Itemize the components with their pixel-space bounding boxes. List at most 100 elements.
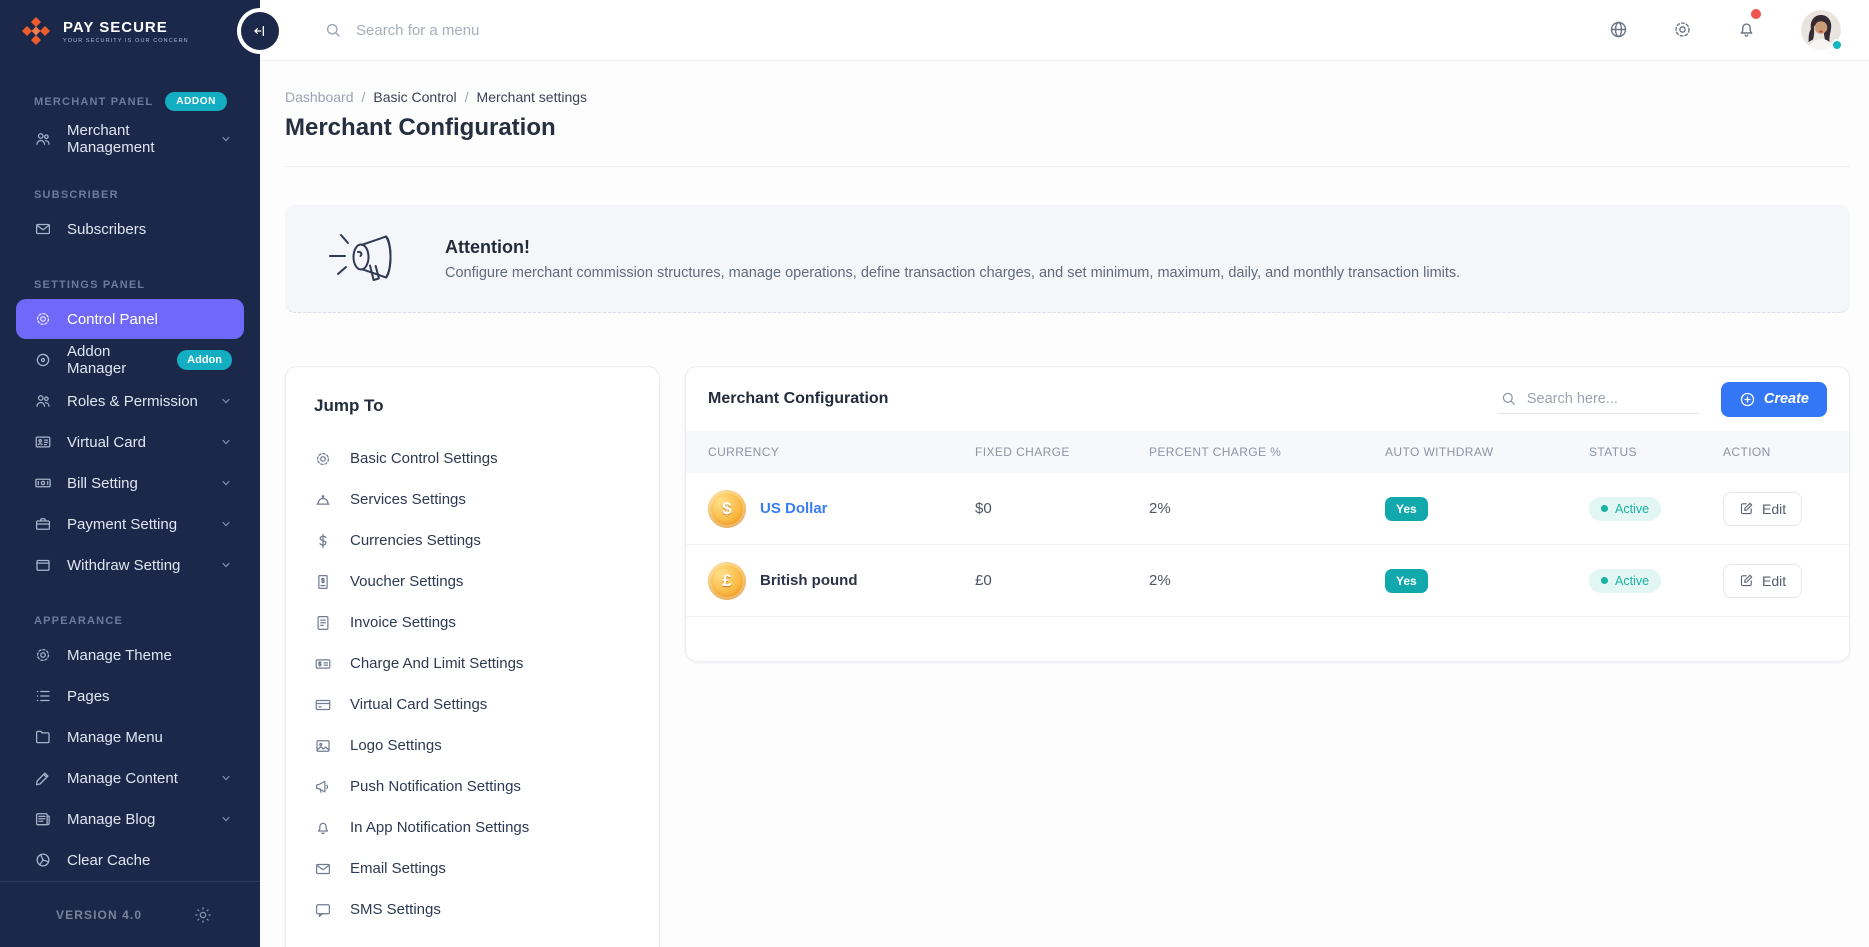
status-badge: Active <box>1589 569 1661 593</box>
jump-item-sms[interactable]: SMS Settings <box>310 889 635 930</box>
collapse-arrow-icon <box>252 23 268 39</box>
sidebar-item-manage-content[interactable]: Manage Content <box>16 758 244 798</box>
language-globe-button[interactable] <box>1607 19 1629 41</box>
jump-item-logo[interactable]: Logo Settings <box>310 725 635 766</box>
brand-knot-icon <box>20 15 52 47</box>
app-root: PAY SECURE YOUR SECURITY IS OUR CONCERN … <box>0 0 1869 947</box>
currency-link[interactable]: US Dollar <box>760 500 828 517</box>
jump-to-list: Basic Control Settings Services Settings… <box>310 438 635 930</box>
chevron-down-icon <box>220 395 232 407</box>
gear-icon <box>314 450 332 468</box>
id-card-icon <box>34 433 52 451</box>
jump-item-virtual-card[interactable]: Virtual Card Settings <box>310 684 635 725</box>
sidebar-item-clear-cache[interactable]: Clear Cache <box>16 840 244 880</box>
chevron-down-icon <box>220 772 232 784</box>
banknote-icon <box>34 474 52 492</box>
create-button[interactable]: Create <box>1721 382 1827 417</box>
page-content: Dashboard / Basic Control / Merchant set… <box>260 61 1869 947</box>
chevron-down-icon <box>220 133 232 145</box>
sidebar-item-manage-menu[interactable]: Manage Menu <box>16 717 244 757</box>
megaphone-icon <box>314 778 332 796</box>
percent-charge-value: 2% <box>1149 500 1385 517</box>
online-status-dot <box>1831 39 1843 51</box>
jump-item-in-app-notification[interactable]: In App Notification Settings <box>310 807 635 848</box>
briefcase-icon <box>34 515 52 533</box>
section-subscriber: SUBSCRIBER <box>16 189 244 201</box>
cloche-icon <box>314 491 332 509</box>
sidebar-item-roles-permission[interactable]: Roles & Permission <box>16 381 244 421</box>
bell-icon <box>314 819 332 837</box>
list-icon <box>34 687 52 705</box>
mail-icon <box>34 220 52 238</box>
breadcrumb-basic-control[interactable]: Basic Control <box>373 89 456 105</box>
global-search-input[interactable] <box>356 22 676 39</box>
auto-withdraw-badge: Yes <box>1385 497 1428 521</box>
col-auto-withdraw: AUTO WITHDRAW <box>1385 445 1589 459</box>
sidebar-item-manage-theme[interactable]: Manage Theme <box>16 635 244 675</box>
theme-toggle-sun-icon[interactable] <box>194 906 212 924</box>
sidebar-item-withdraw-setting[interactable]: Withdraw Setting <box>16 545 244 585</box>
jump-item-push-notification[interactable]: Push Notification Settings <box>310 766 635 807</box>
chevron-down-icon <box>220 559 232 571</box>
jump-item-currencies[interactable]: Currencies Settings <box>310 520 635 561</box>
breadcrumb-merchant-settings[interactable]: Merchant settings <box>477 89 588 105</box>
addon-badge: ADDON <box>165 92 227 111</box>
user-avatar[interactable] <box>1801 10 1841 50</box>
mail-icon <box>314 860 332 878</box>
sidebar-item-payment-setting[interactable]: Payment Setting <box>16 504 244 544</box>
fixed-charge-value: $0 <box>975 500 1149 517</box>
global-search[interactable] <box>324 21 1607 39</box>
sidebar-item-manage-blog[interactable]: Manage Blog <box>16 799 244 839</box>
sidebar: PAY SECURE YOUR SECURITY IS OUR CONCERN … <box>0 0 260 947</box>
search-icon <box>1500 390 1517 407</box>
sidebar-item-bill-setting[interactable]: Bill Setting <box>16 463 244 503</box>
cache-icon <box>34 851 52 869</box>
credit-card-icon <box>314 696 332 714</box>
globe-icon <box>1608 19 1629 40</box>
jump-item-voucher[interactable]: Voucher Settings <box>310 561 635 602</box>
settings-button[interactable] <box>1671 19 1693 41</box>
gear-icon <box>1672 19 1693 40</box>
edit-button[interactable]: Edit <box>1723 564 1802 598</box>
wallet-icon <box>34 556 52 574</box>
jump-item-charge-limit[interactable]: Charge And Limit Settings <box>310 643 635 684</box>
jump-item-email[interactable]: Email Settings <box>310 848 635 889</box>
sidebar-collapse-button[interactable] <box>241 12 279 50</box>
section-settings-panel: SETTINGS PANEL <box>16 279 244 291</box>
notifications-button[interactable] <box>1735 19 1757 41</box>
table-search[interactable] <box>1498 384 1699 414</box>
addon-item-badge: Addon <box>177 350 232 370</box>
col-currency: CURRENCY <box>708 445 975 459</box>
chevron-down-icon <box>220 518 232 530</box>
version-label: VERSION 4.0 <box>56 908 142 922</box>
section-appearance: APPEARANCE <box>16 615 244 627</box>
gbp-coin-icon: £ <box>708 562 746 600</box>
sidebar-item-subscribers[interactable]: Subscribers <box>16 209 244 249</box>
bell-icon <box>1736 19 1757 40</box>
invoice-icon <box>314 614 332 632</box>
breadcrumb-dashboard[interactable]: Dashboard <box>285 89 354 105</box>
sidebar-item-virtual-card[interactable]: Virtual Card <box>16 422 244 462</box>
sidebar-item-control-panel[interactable]: Control Panel <box>16 299 244 339</box>
jump-item-services[interactable]: Services Settings <box>310 479 635 520</box>
sidebar-item-addon-manager[interactable]: Addon Manager Addon <box>16 340 244 380</box>
sidebar-item-merchant-management[interactable]: Merchant Management <box>16 119 244 159</box>
edit-button[interactable]: Edit <box>1723 492 1802 526</box>
table-search-input[interactable] <box>1527 391 1697 407</box>
col-status: STATUS <box>1589 445 1723 459</box>
search-icon <box>324 21 342 39</box>
newspaper-icon <box>34 810 52 828</box>
brand-logo[interactable]: PAY SECURE YOUR SECURITY IS OUR CONCERN <box>0 0 260 62</box>
section-merchant-panel: MERCHANT PANEL ADDON <box>16 92 244 111</box>
jump-to-card: Jump To Basic Control Settings Services … <box>285 366 660 947</box>
col-fixed-charge: FIXED CHARGE <box>975 445 1149 459</box>
jump-item-invoice[interactable]: Invoice Settings <box>310 602 635 643</box>
jump-item-basic-control[interactable]: Basic Control Settings <box>310 438 635 479</box>
jump-to-title: Jump To <box>310 396 635 416</box>
sidebar-item-pages[interactable]: Pages <box>16 676 244 716</box>
title-divider <box>285 166 1850 167</box>
main-area: Dashboard / Basic Control / Merchant set… <box>260 0 1869 947</box>
status-badge: Active <box>1589 497 1661 521</box>
table-header-row: CURRENCY FIXED CHARGE PERCENT CHARGE % A… <box>686 431 1849 473</box>
plus-circle-icon <box>1739 391 1756 408</box>
